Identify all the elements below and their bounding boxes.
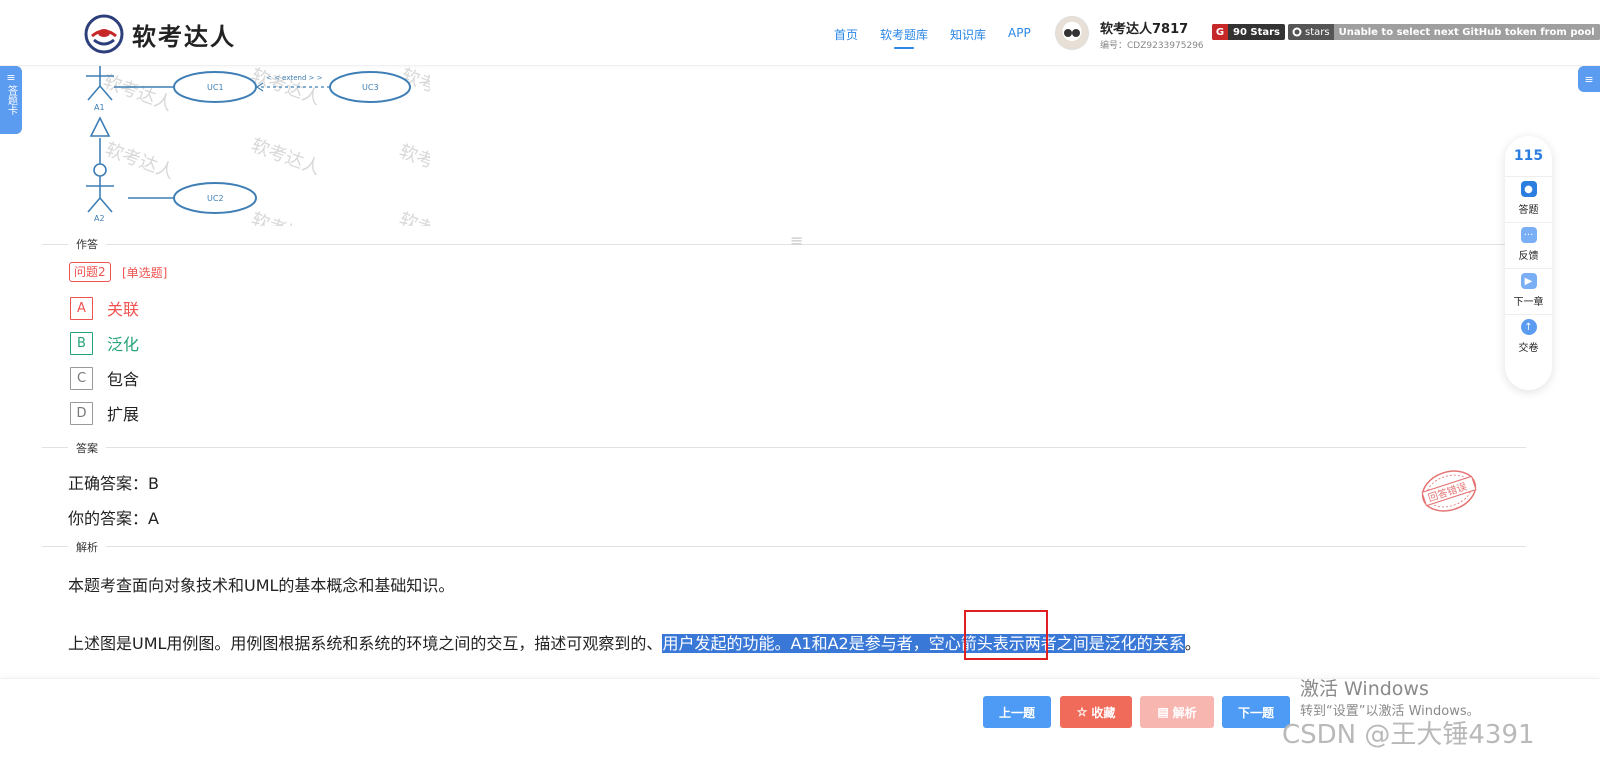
- user-name[interactable]: 软考达人7817: [1100, 18, 1188, 37]
- star-icon: ☆: [1076, 705, 1088, 719]
- float-answer-button[interactable]: ● 答题: [1505, 176, 1552, 222]
- watermark-7: 软考达人: [248, 209, 323, 226]
- answer-card-tab[interactable]: ≡ 答题卡: [0, 66, 22, 134]
- option-letter: D: [70, 401, 93, 425]
- float-panel: 115 ● 答题 ··· 反馈 ▶ 下一章 ↑ 交卷: [1505, 136, 1552, 390]
- watermark-5: 软考达人: [248, 135, 323, 179]
- option-label: 扩展: [107, 405, 140, 424]
- document-icon: ▤: [1157, 705, 1169, 719]
- nav-knowledge[interactable]: 知识库: [950, 26, 986, 49]
- github-badge[interactable]: stars Unable to select next GitHub token…: [1288, 24, 1600, 40]
- question-count: 115: [1513, 148, 1544, 164]
- watermark-2: 软考达人: [248, 66, 323, 109]
- option-c[interactable]: C 包含: [70, 366, 139, 390]
- nav-home[interactable]: 首页: [834, 26, 858, 49]
- favorite-label: 收藏: [1091, 705, 1116, 720]
- watermark-4: 软考达人: [102, 139, 177, 183]
- github-badge-key: stars: [1288, 26, 1334, 38]
- drag-handle-icon[interactable]: ≡: [790, 233, 803, 249]
- question-tag: 问题2: [69, 262, 111, 282]
- avatar-eye-right: [1072, 29, 1080, 37]
- stars-badge[interactable]: G 90 Stars: [1212, 24, 1286, 40]
- feedback-icon: ···: [1520, 227, 1537, 243]
- answer-card-label: 答题卡: [5, 85, 17, 115]
- prev-question-button[interactable]: 上一题: [983, 696, 1051, 728]
- wrong-answer-stamp: 回答错误: [1421, 470, 1477, 512]
- logo-icon: [84, 14, 124, 54]
- right-menu-tab[interactable]: ≡: [1578, 66, 1600, 92]
- float-next-chapter-button[interactable]: ▶ 下一章: [1505, 268, 1552, 314]
- float-item-label: 答题: [1518, 205, 1539, 216]
- user-id: 编号：CDZ9233975296: [1100, 41, 1204, 51]
- favorite-button[interactable]: ☆ 收藏: [1060, 696, 1132, 728]
- menu-icon: ≡: [6, 71, 16, 84]
- correct-answer: 正确答案：B: [68, 474, 159, 493]
- option-a[interactable]: A 关联: [70, 296, 139, 320]
- stars-badge-text: 90 Stars: [1233, 26, 1281, 38]
- actor-a2: [86, 163, 114, 213]
- option-d[interactable]: D 扩展: [70, 401, 139, 425]
- next-question-button[interactable]: 下一题: [1222, 696, 1290, 728]
- divider-answer: [42, 447, 1526, 448]
- nav-app[interactable]: APP: [1008, 26, 1031, 49]
- watermark-1: 软考达人: [100, 71, 175, 115]
- top-header: 软考达人 首页 软考题库 知识库 APP 软考达人7817 编号：CDZ9233…: [0, 0, 1600, 66]
- actor-a2-label: A2: [94, 214, 105, 223]
- float-feedback-button[interactable]: ··· 反馈: [1505, 222, 1552, 268]
- option-label: 包含: [107, 370, 140, 389]
- analysis-text-end: 。: [1184, 634, 1201, 653]
- main-nav: 首页 软考题库 知识库 APP: [834, 26, 1031, 49]
- avatar[interactable]: [1055, 16, 1089, 50]
- watermark-6: 软考达人: [396, 141, 430, 185]
- avatar-eye-left: [1064, 29, 1072, 37]
- section-label-analysis: 解析: [68, 539, 106, 555]
- usecase-uc1-label: UC1: [207, 83, 224, 92]
- section-label-answer-area: 作答: [68, 236, 106, 252]
- site-logo[interactable]: 软考达人: [84, 14, 236, 54]
- option-letter: A: [70, 296, 93, 320]
- float-item-label: 交卷: [1518, 343, 1539, 354]
- actor-a1-label: A1: [94, 103, 105, 112]
- option-label: 关联: [107, 300, 140, 319]
- windows-activation-title: 激活 Windows: [1300, 678, 1429, 700]
- option-label: 泛化: [107, 335, 140, 354]
- analysis-paragraph-1: 本题考查面向对象技术和UML的基本概念和基础知识。: [68, 576, 455, 595]
- section-label-answer: 答案: [68, 440, 106, 456]
- your-answer: 你的答案：A: [68, 509, 159, 528]
- brand-name: 软考达人: [132, 22, 236, 51]
- analysis-button[interactable]: ▤ 解析: [1140, 696, 1214, 728]
- answer-icon: ●: [1520, 181, 1537, 197]
- float-item-label: 反馈: [1518, 251, 1539, 262]
- float-item-label: 下一章: [1513, 297, 1544, 308]
- option-b[interactable]: B 泛化: [70, 331, 139, 355]
- divider-analysis: [42, 546, 1526, 547]
- nav-question-bank[interactable]: 软考题库: [880, 26, 928, 49]
- usecase-uc3-label: UC3: [362, 83, 379, 92]
- divider-answer-area: [42, 244, 1526, 245]
- github-badge-value: Unable to select next GitHub token from …: [1333, 24, 1600, 40]
- uml-diagram-svg: 软考达人 软考达人 软考达人 软考达人 软考达人 软考达人 软考达人 软考达人 …: [86, 66, 430, 226]
- usecase-uc2-label: UC2: [207, 194, 224, 203]
- option-letter: C: [70, 366, 93, 390]
- csdn-watermark: CSDN @王大锤4391: [1282, 720, 1535, 750]
- extend-label: < < extend > >: [266, 74, 323, 82]
- submit-icon: ↑: [1520, 319, 1537, 335]
- analysis-text: 上述图是UML用例图。用例图根据系统和系统的环境之间的交互，描述可观察到的、: [68, 634, 663, 653]
- next-chapter-icon: ▶: [1520, 273, 1537, 289]
- watermark-8: 软考达人: [396, 209, 430, 226]
- gitee-icon: G: [1212, 24, 1228, 40]
- annotation-box: [964, 610, 1048, 660]
- float-submit-button[interactable]: ↑ 交卷: [1505, 314, 1552, 360]
- selected-text[interactable]: 用户发起的功能。A1和A2是参与者，空心箭头表示两者之间是泛化的关系: [662, 634, 1185, 653]
- generalization-arrow: [89, 116, 111, 137]
- option-letter: B: [70, 331, 93, 355]
- github-badge-label: stars: [1305, 26, 1330, 38]
- question-type: [单选题]: [122, 266, 168, 280]
- analysis-label: 解析: [1172, 705, 1197, 720]
- uml-diagram: 软考达人 软考达人 软考达人 软考达人 软考达人 软考达人 软考达人 软考达人 …: [70, 66, 430, 226]
- menu-icon: ≡: [1584, 72, 1594, 86]
- github-icon: [1292, 27, 1302, 37]
